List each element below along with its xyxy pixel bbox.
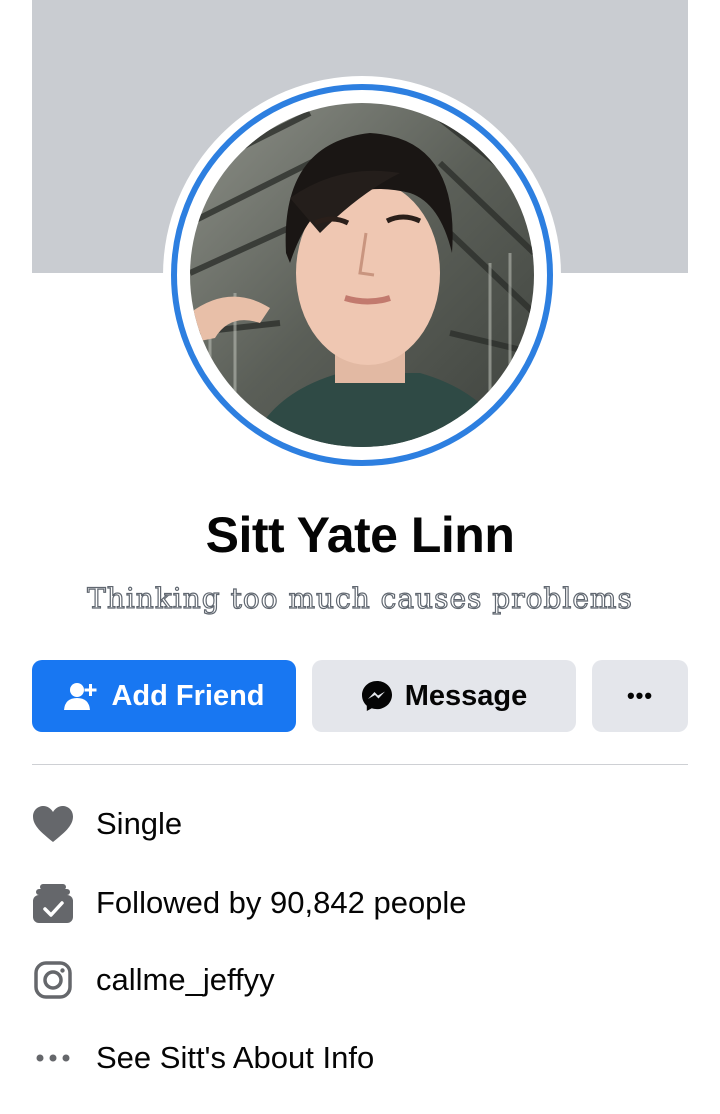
intro-followers[interactable]: Followed by 90,842 people [32, 878, 467, 928]
message-label: Message [404, 679, 528, 712]
instagram-username: callme_jeffyy [96, 962, 275, 997]
more-options-button[interactable]: ••• [592, 660, 688, 732]
more-options-label: ••• [626, 683, 654, 708]
heart-icon [32, 803, 74, 845]
see-about-info-link[interactable]: See Sitt's About Info [96, 1040, 374, 1076]
instagram-icon [32, 959, 74, 1001]
intro-relationship: Single [32, 799, 182, 849]
followers-count: Followed by 90,842 people [96, 885, 467, 920]
profile-name: Sitt Yate Linn [205, 507, 515, 563]
add-friend-label: Add Friend [111, 679, 265, 712]
add-friend-button[interactable]: Add Friend [32, 660, 296, 732]
divider [32, 764, 688, 765]
followers-icon [32, 882, 74, 924]
intro-about-info[interactable]: See Sitt's About Info [32, 1033, 374, 1083]
add-friend-icon [63, 681, 99, 711]
message-button[interactable]: Message [312, 660, 576, 732]
messenger-icon [361, 680, 393, 712]
more-dots-icon [32, 1037, 74, 1079]
avatar[interactable] [190, 103, 534, 447]
relationship-status: Single [96, 806, 183, 841]
profile-bio: Thinking too much causes problems [87, 581, 633, 615]
intro-instagram[interactable]: callme_jeffyy [32, 955, 275, 1005]
